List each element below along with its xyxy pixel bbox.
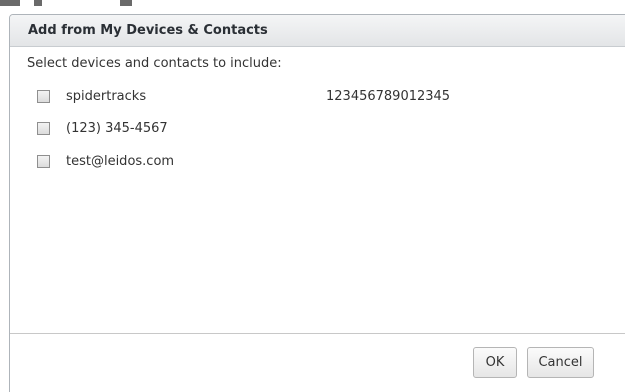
dialog-titlebar: Add from My Devices & Contacts [10,15,625,47]
list-item[interactable]: (123) 345-4567 [37,119,168,137]
item-checkbox[interactable] [37,121,50,135]
item-label: spidertracks [66,88,147,104]
add-devices-contacts-dialog: Add from My Devices & Contacts Select de… [9,14,625,392]
item-detail: 123456789012345 [326,89,451,104]
item-checkbox[interactable] [37,154,50,168]
footer-divider [10,333,625,334]
dialog-title: Add from My Devices & Contacts [28,23,268,38]
item-label: test@leidos.com [66,153,175,169]
stage: Add from My Devices & Contacts Select de… [0,0,625,392]
item-checkbox[interactable] [37,89,50,103]
selection-prompt: Select devices and contacts to include: [27,56,282,71]
list-item[interactable]: test@leidos.com [37,152,174,170]
ok-button[interactable]: OK [473,347,517,378]
cancel-button[interactable]: Cancel [527,347,594,378]
list-item[interactable]: spidertracks [37,87,146,105]
item-label: (123) 345-4567 [66,120,168,136]
backdrop-strip [0,0,625,14]
